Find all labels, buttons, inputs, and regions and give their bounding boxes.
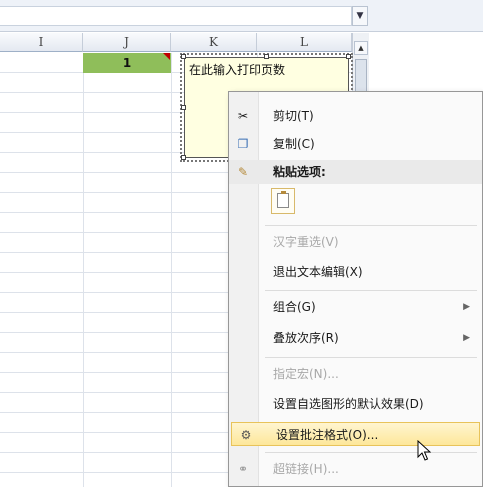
context-menu: ✂ 剪切(T) ❐ 复制(C) ✎ 粘贴选项: 汉字重选(V) 退出文本编辑(X… [228, 91, 483, 487]
menu-item-set-defaults[interactable]: 设置自选图形的默认效果(D) [229, 392, 482, 416]
hyperlink-icon: ⚭ [237, 462, 249, 476]
menu-item-copy[interactable]: ❐ 复制(C) [229, 132, 482, 156]
menu-item-hyperlink[interactable]: ⚭ 超链接(H)... [229, 457, 482, 481]
menu-item-copy-label: 复制(C) [273, 137, 315, 151]
column-header-l-label: L [300, 35, 308, 49]
resize-handle[interactable] [181, 54, 186, 59]
menu-item-set-defaults-label: 设置自选图形的默认效果(D) [273, 397, 424, 411]
paste-icon: ✎ [237, 165, 249, 179]
column-header-i-label: I [38, 35, 44, 49]
resize-handle[interactable] [181, 105, 186, 110]
menu-item-assign-macro-label: 指定宏(N)... [273, 367, 339, 381]
paste-option-button[interactable] [271, 188, 295, 214]
menu-paste-options-header: ✎ 粘贴选项: [229, 160, 482, 184]
menu-item-cut[interactable]: ✂ 剪切(T) [229, 104, 482, 128]
menu-item-exit-text-edit[interactable]: 退出文本编辑(X) [229, 260, 482, 284]
formula-bar: ▼ [0, 0, 483, 32]
menu-separator [265, 290, 477, 291]
menu-item-format-comment[interactable]: ⚙ 设置批注格式(O)... [231, 422, 480, 446]
menu-separator [265, 452, 477, 453]
menu-item-exit-text-edit-label: 退出文本编辑(X) [273, 265, 363, 279]
column-header-i[interactable]: I [0, 33, 83, 52]
comment-indicator [163, 53, 170, 60]
menu-item-order-label: 叠放次序(R) [273, 331, 339, 345]
clipboard-icon [277, 191, 289, 208]
resize-handle[interactable] [181, 155, 186, 160]
menu-item-order[interactable]: 叠放次序(R) ▶ [229, 326, 482, 350]
cell-j1[interactable]: 1 [83, 53, 171, 73]
menu-item-cut-label: 剪切(T) [273, 109, 314, 123]
scissors-icon: ✂ [237, 109, 249, 123]
menu-separator [265, 357, 477, 358]
resize-handle[interactable] [264, 54, 269, 59]
menu-item-group[interactable]: 组合(G) ▶ [229, 295, 482, 319]
menu-item-hanzi-reselect[interactable]: 汉字重选(V) [229, 230, 482, 254]
column-header-l[interactable]: L [257, 33, 352, 52]
expand-formula-bar-button[interactable]: ▼ [352, 6, 368, 26]
menu-item-assign-macro[interactable]: 指定宏(N)... [229, 362, 482, 386]
menu-item-hyperlink-label: 超链接(H)... [273, 462, 339, 476]
mouse-pointer-icon [417, 440, 431, 461]
menu-item-group-label: 组合(G) [273, 300, 316, 314]
scroll-up-icon[interactable]: ▲ [354, 41, 368, 55]
format-comment-icon: ⚙ [240, 428, 252, 442]
submenu-arrow-icon: ▶ [463, 302, 470, 312]
comment-text: 在此输入打印页数 [189, 63, 286, 77]
formula-input[interactable] [0, 6, 352, 26]
menu-separator [265, 225, 477, 226]
column-header-k[interactable]: K [171, 33, 257, 52]
copy-icon: ❐ [237, 137, 249, 151]
submenu-arrow-icon: ▶ [463, 333, 470, 343]
menu-item-hanzi-reselect-label: 汉字重选(V) [273, 235, 339, 249]
resize-handle[interactable] [346, 54, 351, 59]
column-header-j[interactable]: J [83, 33, 171, 52]
column-header-j-label: J [124, 35, 129, 49]
column-header-k-label: K [209, 35, 218, 49]
menu-item-format-comment-label: 设置批注格式(O)... [276, 428, 379, 442]
menu-paste-options-label: 粘贴选项: [273, 165, 326, 179]
